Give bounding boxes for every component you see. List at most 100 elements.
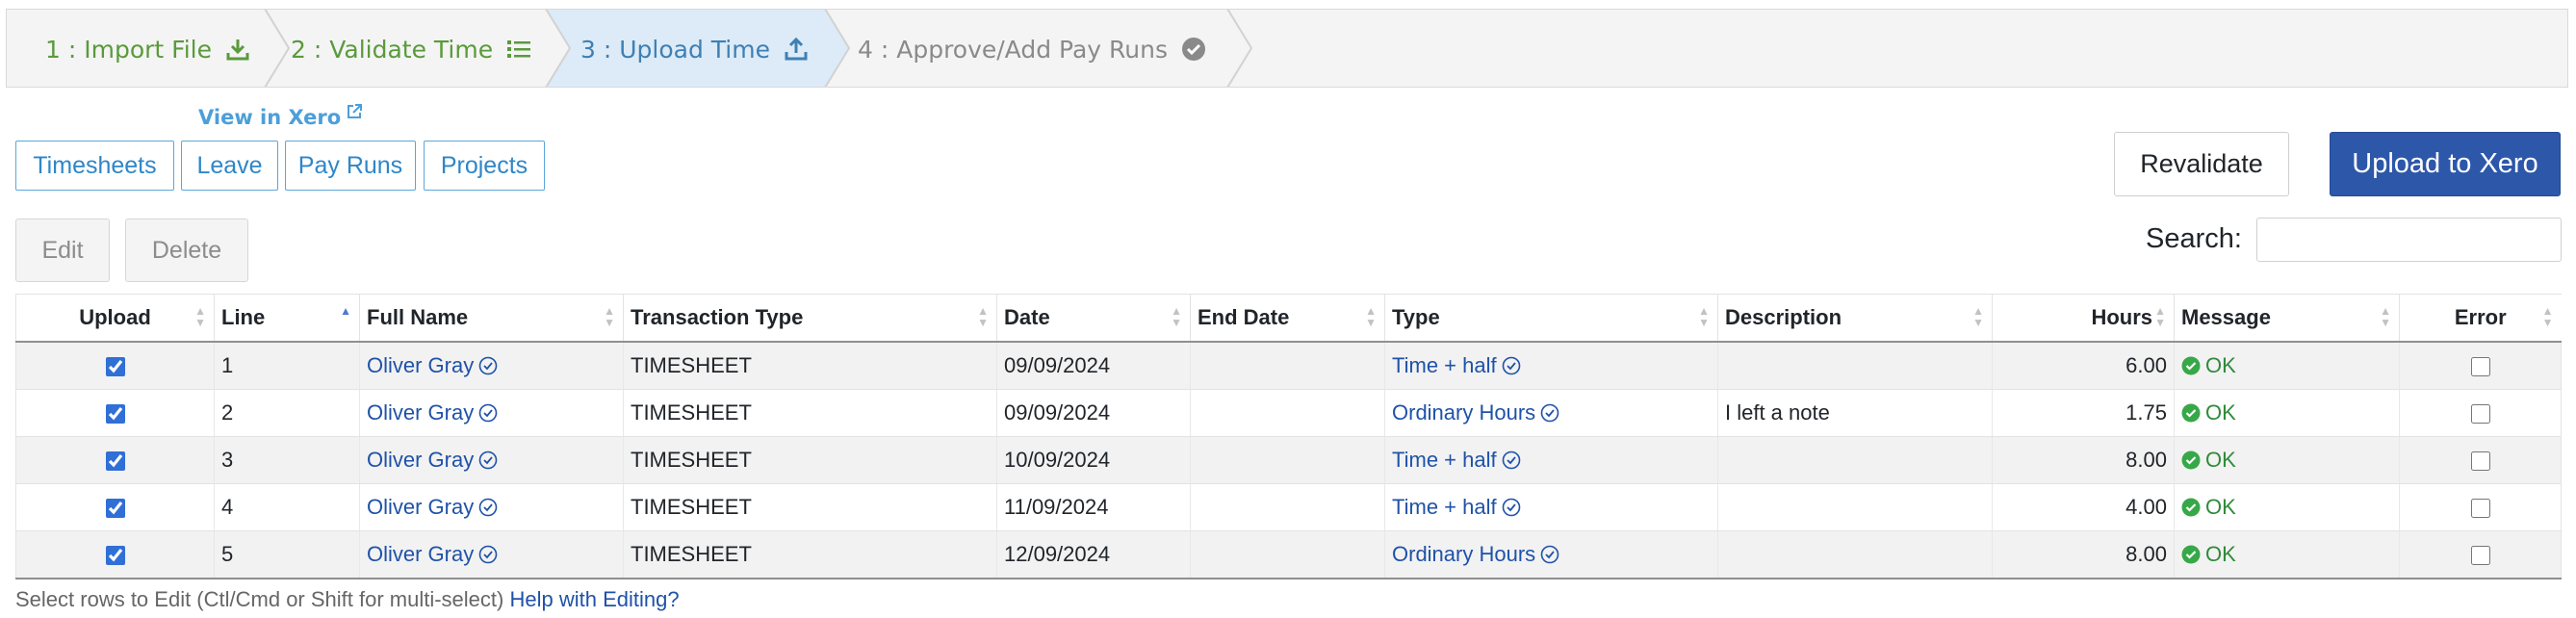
earnings-type-link[interactable]: Ordinary Hours bbox=[1392, 400, 1535, 425]
verified-icon bbox=[1535, 542, 1559, 566]
full-name-cell: Oliver Gray bbox=[359, 389, 624, 437]
view-in-xero-link[interactable]: View in Xero bbox=[198, 104, 363, 129]
column-header-upload[interactable]: Upload ▲ ▼ bbox=[15, 294, 215, 343]
hours-cell: 4.00 bbox=[1992, 483, 2175, 531]
transaction-type-cell: TIMESHEET bbox=[623, 483, 997, 531]
verified-icon bbox=[474, 448, 498, 472]
verified-icon bbox=[474, 495, 498, 519]
sort-icon: ▲ ▼ bbox=[977, 304, 989, 329]
delete-button[interactable]: Delete bbox=[125, 219, 248, 282]
pay-runs-button[interactable]: Pay Runs bbox=[285, 141, 416, 191]
message-text: OK bbox=[2205, 448, 2236, 472]
list-icon bbox=[506, 38, 531, 61]
earnings-type-link[interactable]: Time + half bbox=[1392, 495, 1497, 519]
employee-link[interactable]: Oliver Gray bbox=[367, 495, 474, 519]
column-header-full-name[interactable]: Full Name ▲ ▼ bbox=[359, 294, 624, 343]
error-cell bbox=[2399, 530, 2562, 579]
step-approve-pay-runs[interactable]: 4 : Approve/Add Pay Runs bbox=[858, 10, 1206, 87]
error-checkbox[interactable] bbox=[2470, 357, 2490, 377]
line-cell: 5 bbox=[214, 530, 360, 579]
timesheet-table: Upload ▲ ▼ Line ▲ Full Name ▲ ▼ Transaction T… bbox=[15, 294, 2562, 579]
ok-check-icon bbox=[2181, 498, 2205, 517]
edit-button[interactable]: Edit bbox=[15, 219, 110, 282]
table-row[interactable]: 3 Oliver Gray TIMESHEET 10/09/2024 Time + ha… bbox=[15, 436, 2562, 484]
error-checkbox[interactable] bbox=[2470, 546, 2490, 566]
download-icon bbox=[225, 37, 250, 62]
sort-icon: ▲ ▼ bbox=[604, 304, 615, 329]
hours-cell: 8.00 bbox=[1992, 530, 2175, 579]
step-import-file[interactable]: 1 : Import File bbox=[45, 10, 250, 87]
employee-link[interactable]: Oliver Gray bbox=[367, 353, 474, 377]
upload-cell bbox=[15, 342, 215, 390]
column-header-hours[interactable]: Hours ▲ ▼ bbox=[1992, 294, 2175, 343]
column-header-end-date[interactable]: End Date ▲ ▼ bbox=[1190, 294, 1385, 343]
type-cell: Ordinary Hours bbox=[1384, 530, 1718, 579]
table-row[interactable]: 2 Oliver Gray TIMESHEET 09/09/2024 Ordinary … bbox=[15, 389, 2562, 437]
error-cell bbox=[2399, 342, 2562, 390]
column-header-type[interactable]: Type ▲ ▼ bbox=[1384, 294, 1718, 343]
upload-checkbox[interactable] bbox=[105, 404, 125, 425]
date-cell: 10/09/2024 bbox=[996, 436, 1191, 484]
employee-link[interactable]: Oliver Gray bbox=[367, 542, 474, 566]
wizard-steps: 1 : Import File 2 : Validate Time 3 : Up… bbox=[6, 9, 2568, 88]
message-text: OK bbox=[2205, 353, 2236, 377]
full-name-cell: Oliver Gray bbox=[359, 483, 624, 531]
sort-icon: ▲ ▼ bbox=[2154, 304, 2166, 329]
verified-icon bbox=[1497, 353, 1521, 377]
timesheets-button[interactable]: Timesheets bbox=[15, 141, 174, 191]
full-name-cell: Oliver Gray bbox=[359, 530, 624, 579]
column-header-transaction-type[interactable]: Transaction Type ▲ ▼ bbox=[623, 294, 997, 343]
hours-cell: 8.00 bbox=[1992, 436, 2175, 484]
message-text: OK bbox=[2205, 400, 2236, 425]
full-name-cell: Oliver Gray bbox=[359, 436, 624, 484]
help-with-editing-link[interactable]: Help with Editing? bbox=[509, 587, 679, 611]
column-header-error[interactable]: Error ▲ ▼ bbox=[2399, 294, 2562, 343]
error-checkbox[interactable] bbox=[2470, 404, 2490, 425]
upload-checkbox[interactable] bbox=[105, 451, 125, 472]
type-cell: Time + half bbox=[1384, 483, 1718, 531]
transaction-type-cell: TIMESHEET bbox=[623, 342, 997, 390]
employee-link[interactable]: Oliver Gray bbox=[367, 400, 474, 425]
line-cell: 3 bbox=[214, 436, 360, 484]
sort-icon: ▲ ▼ bbox=[1698, 304, 1710, 329]
ok-check-icon bbox=[2181, 403, 2205, 423]
error-checkbox[interactable] bbox=[2470, 451, 2490, 472]
column-header-message[interactable]: Message ▲ ▼ bbox=[2174, 294, 2400, 343]
table-row[interactable]: 4 Oliver Gray TIMESHEET 11/09/2024 Time + ha… bbox=[15, 483, 2562, 531]
search-input[interactable] bbox=[2256, 218, 2562, 262]
step-upload-time[interactable]: 3 : Upload Time bbox=[580, 10, 809, 87]
end-date-cell bbox=[1190, 483, 1385, 531]
upload-checkbox[interactable] bbox=[105, 357, 125, 377]
upload-checkbox[interactable] bbox=[105, 499, 125, 519]
footer-hint: Select rows to Edit (Ctl/Cmd or Shift fo… bbox=[15, 587, 680, 612]
table-row[interactable]: 5 Oliver Gray TIMESHEET 12/09/2024 Ordinary … bbox=[15, 530, 2562, 579]
leave-button[interactable]: Leave bbox=[181, 141, 278, 191]
message-cell: OK bbox=[2174, 389, 2400, 437]
revalidate-button[interactable]: Revalidate bbox=[2114, 132, 2289, 196]
description-cell bbox=[1717, 436, 1993, 484]
upload-to-xero-button[interactable]: Upload to Xero bbox=[2330, 132, 2561, 196]
verified-icon bbox=[1497, 448, 1521, 472]
sort-icon: ▲ ▼ bbox=[1171, 304, 1182, 329]
view-in-xero-label: View in Xero bbox=[198, 106, 342, 129]
earnings-type-link[interactable]: Time + half bbox=[1392, 353, 1497, 377]
employee-link[interactable]: Oliver Gray bbox=[367, 448, 474, 472]
table-row[interactable]: 1 Oliver Gray TIMESHEET 09/09/2024 Time + ha… bbox=[15, 342, 2562, 390]
end-date-cell bbox=[1190, 389, 1385, 437]
upload-checkbox[interactable] bbox=[105, 546, 125, 566]
error-checkbox[interactable] bbox=[2470, 499, 2490, 519]
earnings-type-link[interactable]: Time + half bbox=[1392, 448, 1497, 472]
step-validate-time[interactable]: 2 : Validate Time bbox=[291, 10, 531, 87]
column-header-date[interactable]: Date ▲ ▼ bbox=[996, 294, 1191, 343]
sort-icon: ▲ ▼ bbox=[1365, 304, 1377, 329]
column-header-line[interactable]: Line ▲ bbox=[214, 294, 360, 343]
column-header-description[interactable]: Description ▲ ▼ bbox=[1717, 294, 1993, 343]
earnings-type-link[interactable]: Ordinary Hours bbox=[1392, 542, 1535, 566]
ok-check-icon bbox=[2181, 356, 2205, 375]
end-date-cell bbox=[1190, 436, 1385, 484]
full-name-cell: Oliver Gray bbox=[359, 342, 624, 390]
description-cell bbox=[1717, 342, 1993, 390]
upload-cell bbox=[15, 436, 215, 484]
verified-icon bbox=[474, 400, 498, 425]
projects-button[interactable]: Projects bbox=[424, 141, 545, 191]
